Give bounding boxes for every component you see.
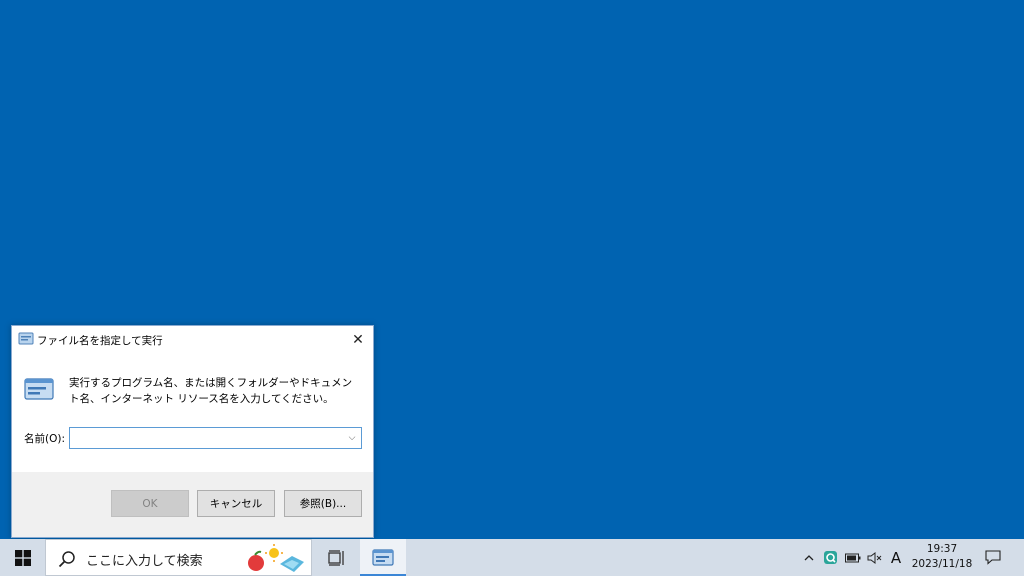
browse-button[interactable]: 参照(B)...	[284, 490, 362, 517]
close-icon: ✕	[352, 331, 364, 348]
action-center-icon	[985, 550, 1001, 565]
windows-logo-icon	[14, 549, 31, 566]
tray-battery[interactable]	[842, 539, 864, 576]
action-center-button[interactable]	[982, 539, 1004, 576]
tray-security[interactable]	[820, 539, 840, 576]
taskbar: ここに入力して検索 A 19:37 2023/11/18	[0, 539, 1024, 576]
ime-mode-indicator[interactable]: A	[886, 539, 906, 576]
clock-time: 19:37	[926, 543, 958, 555]
speaker-muted-icon	[867, 551, 881, 564]
open-input[interactable]	[73, 429, 347, 449]
start-button[interactable]	[0, 539, 45, 576]
dialog-footer: OK キャンセル 参照(B)...	[12, 472, 373, 537]
tray-volume[interactable]	[864, 539, 884, 576]
search-icon	[58, 551, 75, 568]
run-app-icon	[18, 332, 34, 345]
clock-date: 2023/11/18	[911, 558, 973, 570]
search-highlight-icon[interactable]	[242, 542, 312, 575]
task-view-button[interactable]	[318, 539, 356, 576]
task-view-icon	[328, 549, 344, 566]
chevron-down-icon[interactable]: ⌵	[346, 431, 358, 445]
clock[interactable]: 19:37 2023/11/18	[905, 542, 979, 572]
security-icon	[823, 551, 837, 564]
close-button[interactable]: ✕	[343, 326, 373, 353]
dialog-titlebar[interactable]: ファイル名を指定して実行 ✕	[12, 326, 373, 353]
open-combobox[interactable]: ⌵	[69, 427, 362, 449]
run-app-icon	[372, 548, 394, 566]
search-box[interactable]: ここに入力して検索	[45, 539, 312, 576]
taskbar-item-run[interactable]	[360, 539, 406, 576]
dialog-title: ファイル名を指定して実行	[37, 335, 163, 347]
battery-icon	[845, 553, 861, 562]
cancel-button[interactable]: キャンセル	[197, 490, 275, 517]
chevron-up-icon	[804, 555, 814, 561]
dialog-description: 実行するプログラム名、または開くフォルダーやドキュメント名、インターネット リソ…	[69, 377, 353, 405]
open-label: 名前(O):	[24, 433, 65, 445]
show-hidden-icons-button[interactable]	[800, 539, 818, 576]
ok-button[interactable]: OK	[111, 490, 189, 517]
run-app-icon	[24, 378, 54, 400]
run-dialog: ファイル名を指定して実行 ✕ 実行するプログラム名、または開くフォルダーやドキュ…	[11, 325, 374, 538]
search-placeholder: ここに入力して検索	[86, 554, 203, 569]
